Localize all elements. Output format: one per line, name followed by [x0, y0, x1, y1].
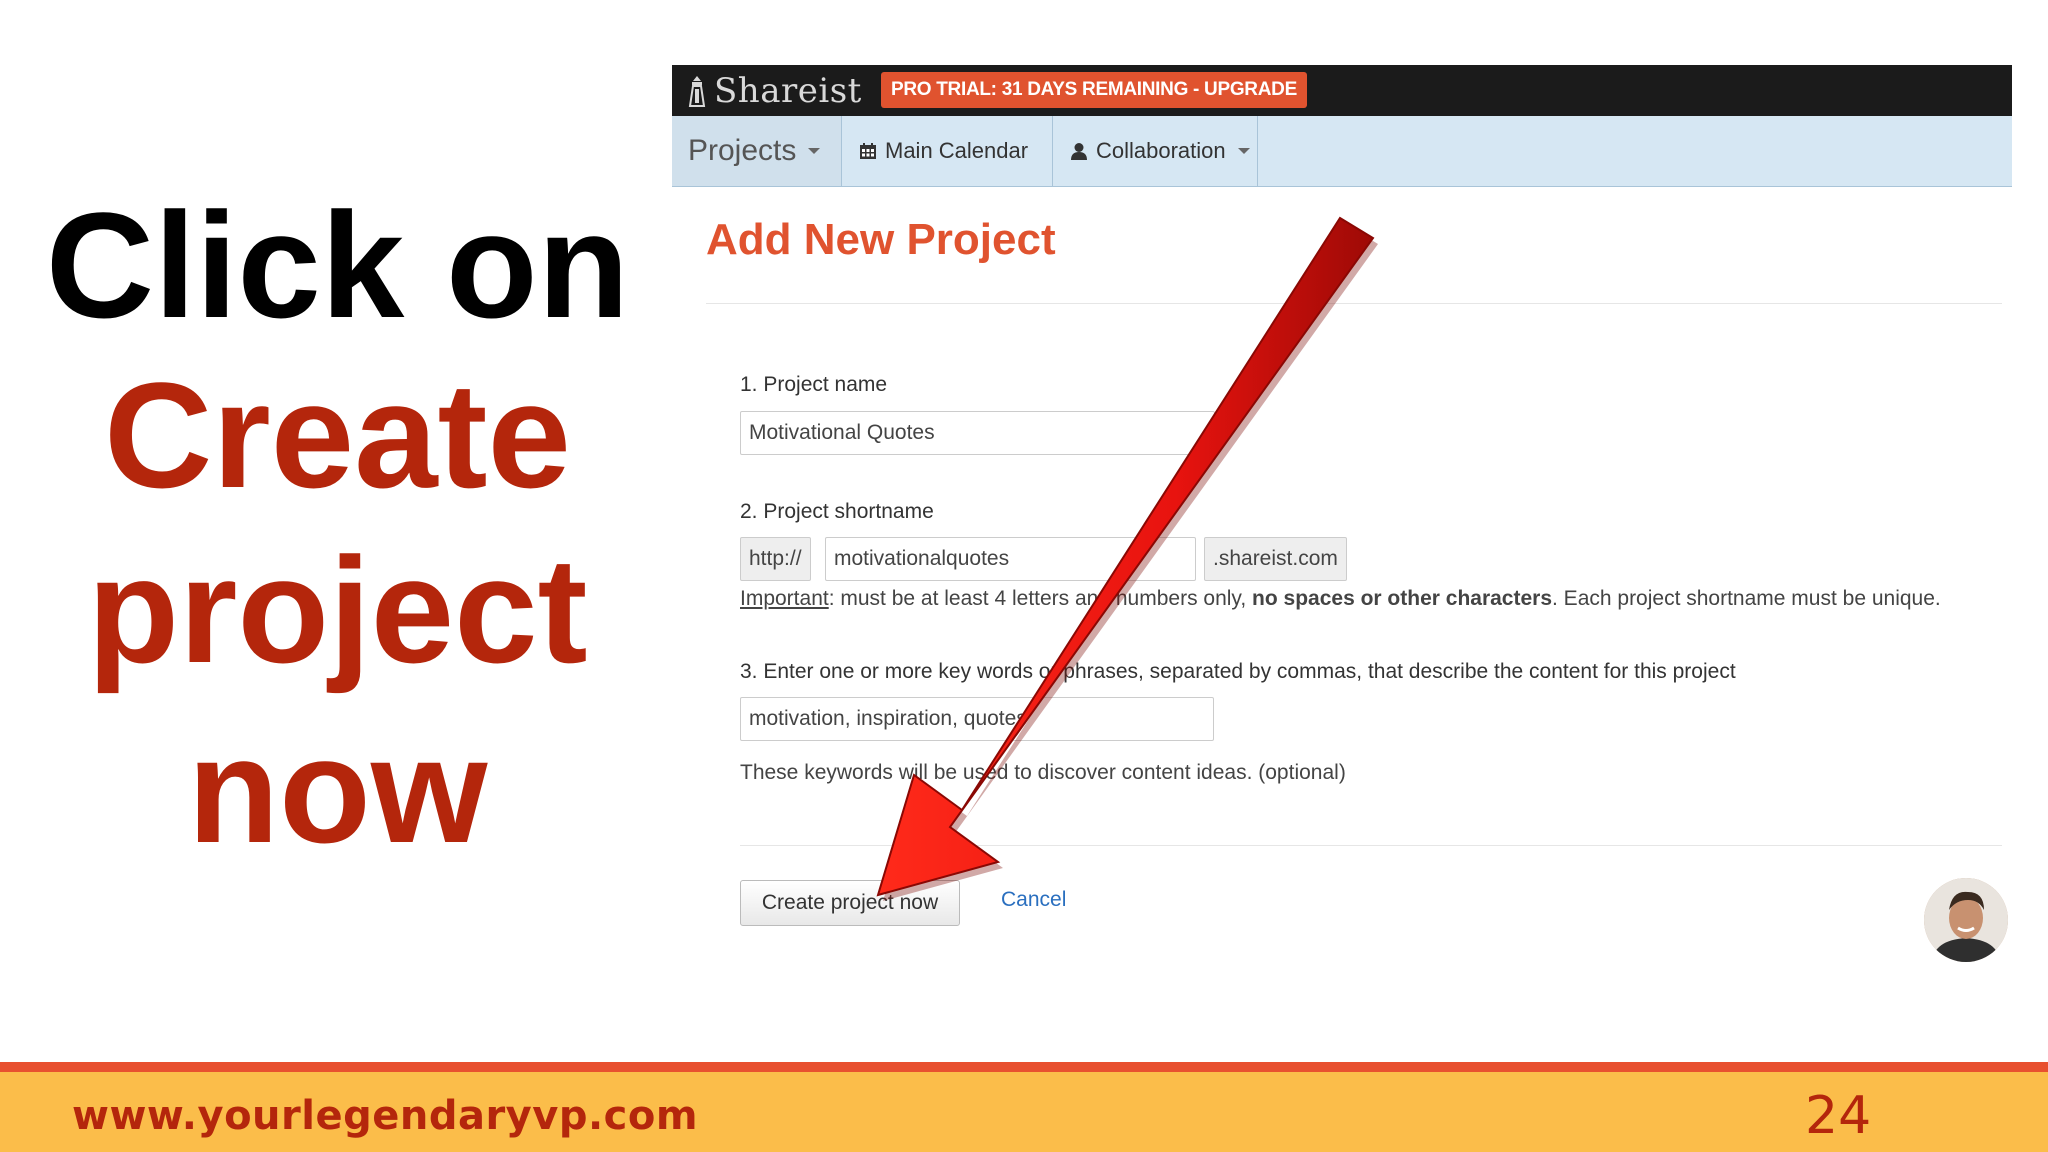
main-nav: Projects Main Calendar Collaboration: [672, 116, 2012, 187]
instruction-line-2: Create: [104, 351, 571, 519]
lighthouse-icon: [688, 76, 706, 107]
slide-page-number: 24: [1805, 1086, 1872, 1146]
chevron-down-icon: [808, 148, 821, 154]
instruction-line-1: Click on: [45, 181, 630, 349]
nav-calendar-label: Main Calendar: [885, 138, 1029, 163]
instruction-line-4: now: [187, 706, 488, 874]
red-pointer-arrow: [876, 216, 1378, 901]
calendar-icon: [860, 143, 876, 159]
nav-main-calendar[interactable]: Main Calendar: [843, 116, 1053, 186]
avatar[interactable]: [1924, 878, 2008, 962]
logo[interactable]: Shareist: [686, 71, 862, 111]
footer-accent-line: [0, 1062, 2048, 1072]
nav-projects-label: Projects: [688, 134, 797, 167]
person-photo: [1924, 878, 2008, 962]
help-text-part-2: . Each project shortname must be unique.: [1552, 587, 1941, 610]
logo-text: Shareist: [714, 71, 862, 111]
nav-collaboration-dropdown[interactable]: Collaboration: [1054, 116, 1258, 186]
user-icon: [1071, 143, 1087, 160]
nav-projects-dropdown[interactable]: Projects: [672, 116, 842, 186]
nav-collaboration-label: Collaboration: [1096, 138, 1226, 163]
top-bar: Shareist PRO TRIAL: 31 DAYS REMAINING - …: [672, 65, 2012, 116]
pro-trial-upgrade-badge[interactable]: PRO TRIAL: 31 DAYS REMAINING - UPGRADE: [881, 72, 1307, 108]
help-important-label: Important: [740, 587, 829, 610]
website-url[interactable]: www.yourlegendaryvp.com: [72, 1093, 698, 1139]
shortname-prefix-addon: http://: [740, 537, 811, 581]
instruction-line-3: project: [87, 526, 588, 694]
chevron-down-icon: [1237, 148, 1250, 154]
